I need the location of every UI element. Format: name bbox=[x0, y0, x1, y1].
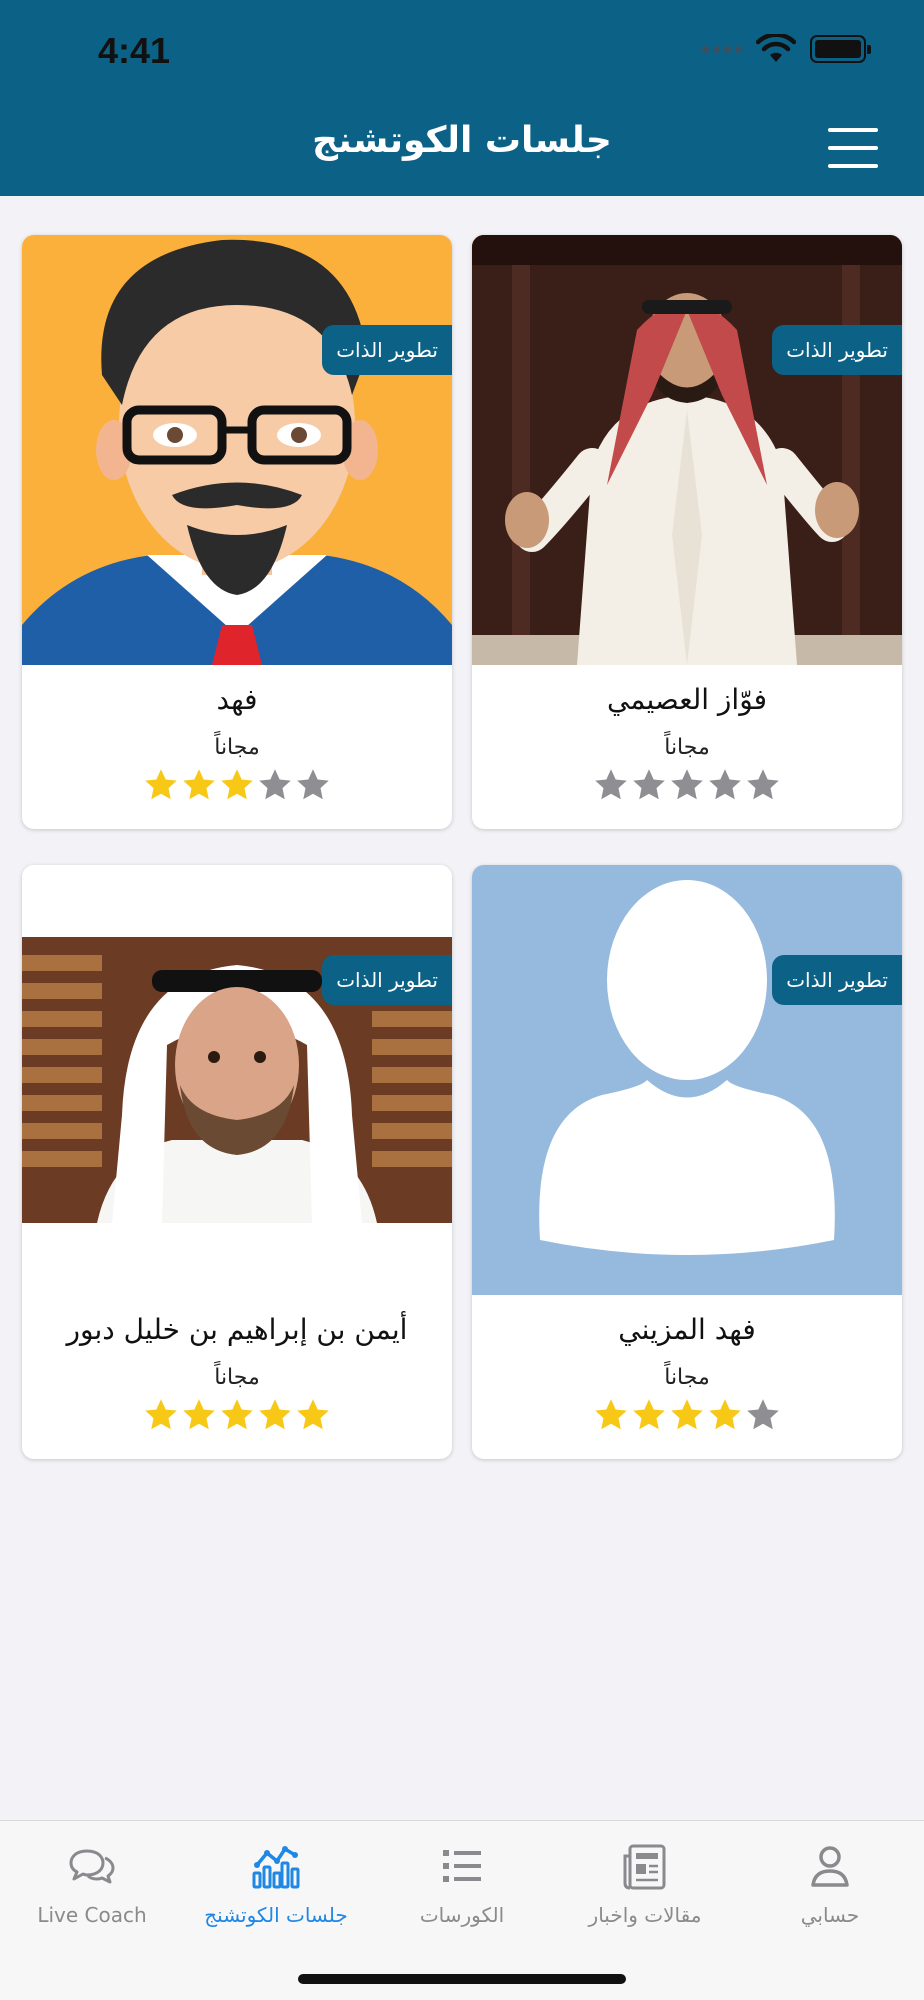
person-icon bbox=[811, 1846, 849, 1887]
list-icon bbox=[443, 1850, 481, 1882]
status-time: 4:41 bbox=[98, 30, 171, 71]
coach-card[interactable]: تطوير الذات فهد مجاناً bbox=[22, 235, 452, 829]
coach-card[interactable]: تطوير الذات فهد المزيني مجاناً bbox=[472, 865, 902, 1459]
status-icons bbox=[702, 34, 871, 64]
star-icon bbox=[221, 769, 253, 800]
tab-coaching-sessions[interactable]: جلسات الكوتشنج bbox=[186, 1841, 366, 1927]
star-icon bbox=[145, 1399, 177, 1430]
newspaper-icon bbox=[623, 1844, 666, 1890]
chat-bubbles-icon bbox=[69, 1849, 115, 1884]
star-icon bbox=[145, 769, 177, 800]
tab-label: حسابي bbox=[800, 1903, 860, 1927]
battery-icon bbox=[810, 35, 871, 63]
coach-name: فوّاز العصيمي bbox=[606, 683, 768, 716]
coach-name: فهد bbox=[216, 683, 258, 716]
star-icon bbox=[633, 1399, 665, 1430]
coach-photo bbox=[472, 235, 902, 665]
star-icon bbox=[671, 769, 703, 800]
coach-photo bbox=[22, 235, 452, 665]
page-title: جلسات الكوتشنج bbox=[312, 120, 612, 161]
home-indicator bbox=[298, 1974, 626, 1984]
star-icon bbox=[709, 1399, 741, 1430]
coach-price: مجاناً bbox=[214, 735, 260, 760]
tab-label: مقالات واخبار bbox=[588, 1903, 702, 1927]
rating-stars bbox=[22, 767, 452, 803]
star-icon bbox=[183, 769, 215, 800]
star-icon bbox=[297, 1399, 329, 1430]
star-icon bbox=[259, 769, 291, 800]
star-icon bbox=[747, 769, 779, 800]
star-icon bbox=[221, 1399, 253, 1430]
star-icon bbox=[183, 1399, 215, 1430]
category-badge: تطوير الذات bbox=[772, 955, 902, 1005]
tab-courses[interactable]: الكورسات bbox=[372, 1841, 552, 1927]
rating-stars bbox=[22, 1397, 452, 1433]
star-icon bbox=[259, 1399, 291, 1430]
category-badge: تطوير الذات bbox=[772, 325, 902, 375]
tab-articles[interactable]: مقالات واخبار bbox=[555, 1841, 735, 1927]
coach-card[interactable]: تطوير الذات فوّاز العصيمي مجاناً bbox=[472, 235, 902, 829]
rating-stars bbox=[472, 1397, 902, 1433]
coach-name: فهد المزيني bbox=[618, 1313, 756, 1346]
coach-price: مجاناً bbox=[214, 1365, 260, 1390]
star-icon bbox=[297, 769, 329, 800]
coach-name: أيمن بن إبراهيم بن خليل دبور bbox=[66, 1313, 408, 1346]
menu-button[interactable] bbox=[828, 128, 878, 168]
coach-price: مجاناً bbox=[664, 1365, 710, 1390]
chart-icon bbox=[252, 1846, 300, 1889]
tab-label: الكورسات bbox=[419, 1903, 505, 1927]
category-badge: تطوير الذات bbox=[322, 955, 452, 1005]
star-icon bbox=[709, 769, 741, 800]
star-icon bbox=[595, 1399, 627, 1430]
signal-icon bbox=[702, 45, 742, 53]
coach-price: مجاناً bbox=[664, 735, 710, 760]
star-icon bbox=[747, 1399, 779, 1430]
category-badge: تطوير الذات bbox=[322, 325, 452, 375]
nav-header: 4:41 جلسات الكوتشنج bbox=[0, 0, 924, 196]
star-icon bbox=[595, 769, 627, 800]
coach-photo bbox=[22, 865, 452, 1295]
tab-live-coach[interactable]: Live Coach bbox=[2, 1841, 182, 1927]
tab-account[interactable]: حسابي bbox=[740, 1841, 920, 1927]
rating-stars bbox=[472, 767, 902, 803]
coach-photo bbox=[472, 865, 902, 1295]
tab-bar: حسابي مقالات واخبار الكورسات جلسات الكوت… bbox=[0, 1820, 924, 2000]
tab-label: جلسات الكوتشنج bbox=[204, 1903, 348, 1927]
coach-card[interactable]: تطوير الذات أيمن بن إبراهيم بن خليل دبور… bbox=[22, 865, 452, 1459]
star-icon bbox=[633, 769, 665, 800]
wifi-icon bbox=[756, 34, 796, 62]
tab-label: Live Coach bbox=[37, 1903, 147, 1927]
star-icon bbox=[671, 1399, 703, 1430]
